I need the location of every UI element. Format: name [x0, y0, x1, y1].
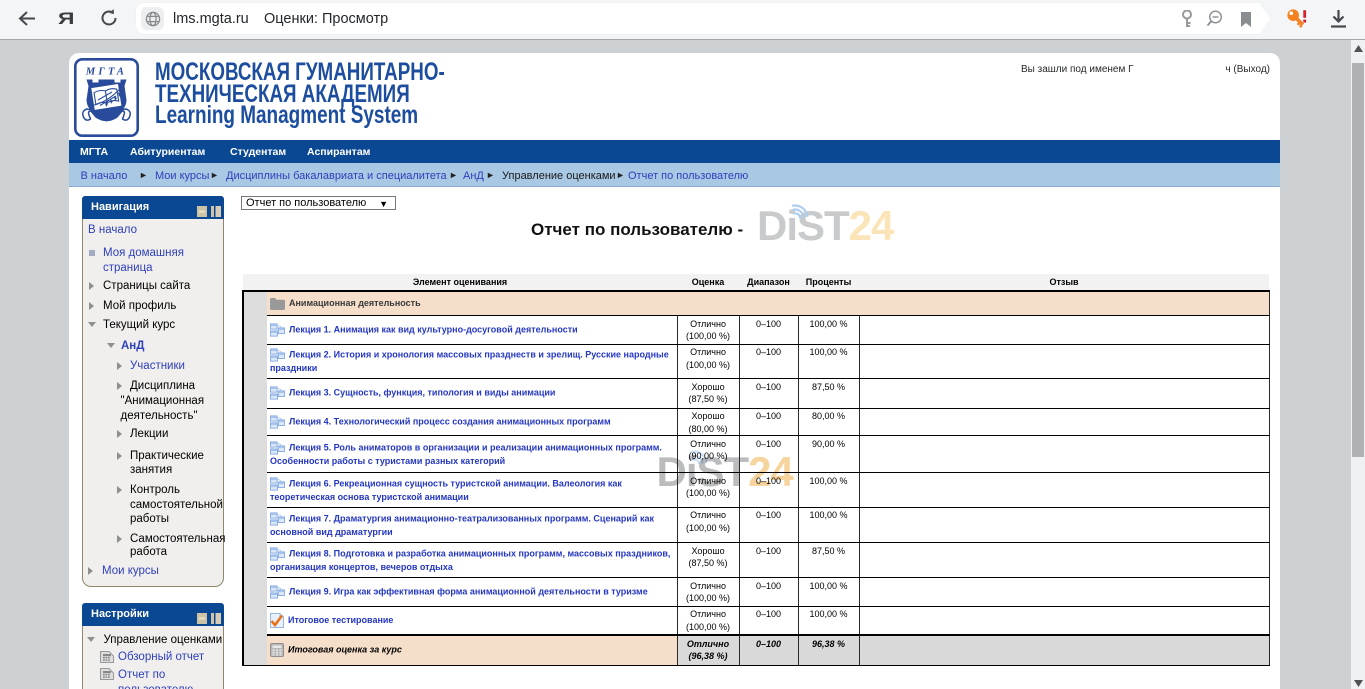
svg-text:МГТА: МГТА — [85, 67, 127, 78]
